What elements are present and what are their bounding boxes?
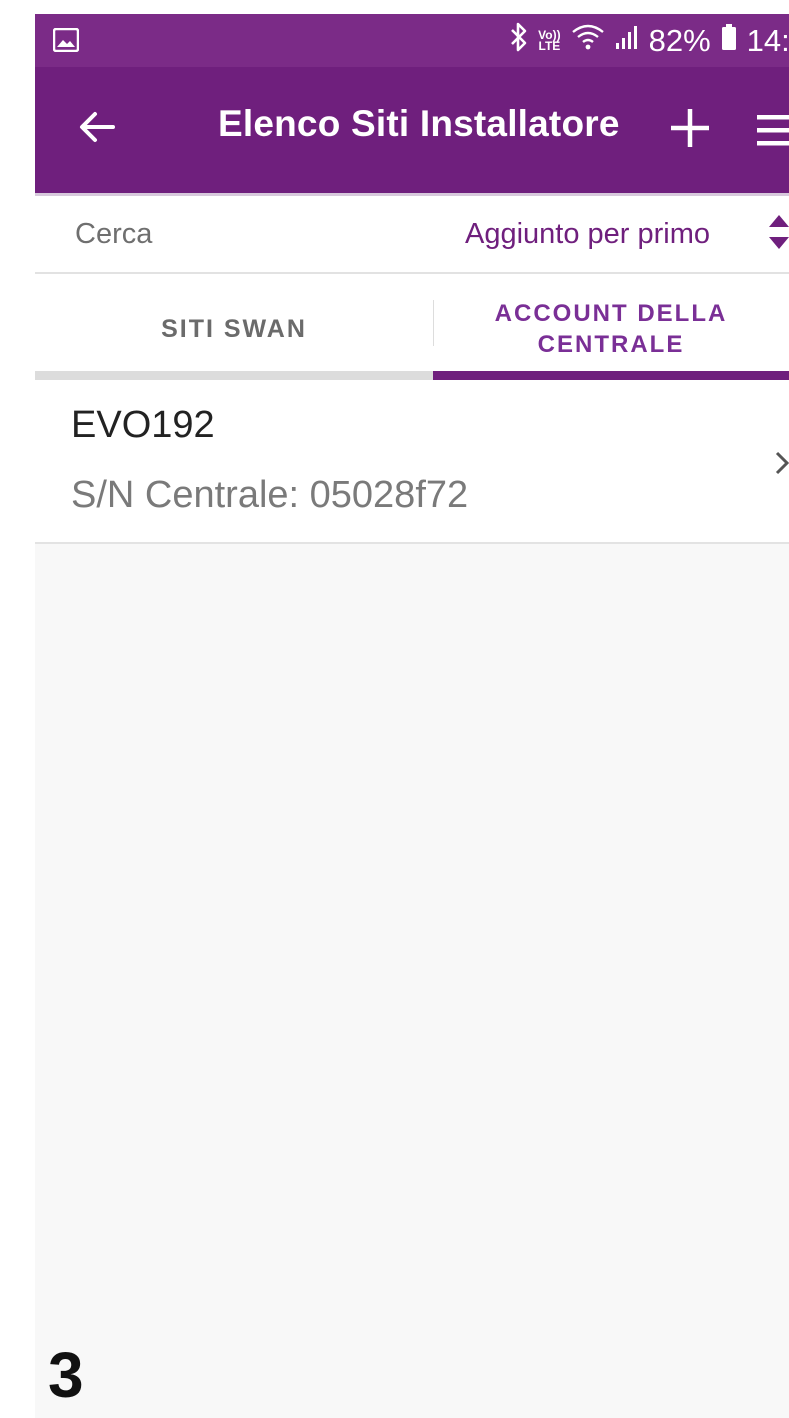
- clock: 14:0: [746, 22, 789, 58]
- chevron-right-icon: [775, 450, 789, 481]
- sort-dropdown[interactable]: Aggiunto per primo: [465, 218, 710, 251]
- sort-arrows-icon[interactable]: [768, 208, 789, 261]
- tab-account-della-centrale[interactable]: ACCOUNT DELLA CENTRALE: [433, 274, 789, 380]
- status-indicators: Vo)) LTE 82% 14:: [510, 14, 789, 67]
- list-item[interactable]: EVO192 S/N Centrale: 05028f72: [35, 380, 789, 544]
- site-name: EVO192: [71, 404, 215, 446]
- app-bar: Elenco Siti Installatore: [35, 67, 789, 193]
- volte-bottom-text: LTE: [538, 38, 561, 53]
- image-notification-icon: [52, 27, 80, 57]
- back-arrow-icon[interactable]: [77, 107, 117, 152]
- hamburger-menu-icon[interactable]: [757, 113, 789, 154]
- site-serial: S/N Centrale: 05028f72: [71, 474, 469, 516]
- plus-icon[interactable]: [669, 107, 711, 154]
- search-sort-bar: Aggiunto per primo: [35, 193, 789, 274]
- bluetooth-icon: [510, 22, 528, 60]
- battery-icon: [721, 23, 737, 59]
- status-bar: Vo)) LTE 82% 14:: [35, 14, 789, 67]
- battery-percent: 82%: [648, 22, 711, 58]
- tab-bar: SITI SWAN ACCOUNT DELLA CENTRALE: [35, 274, 789, 380]
- tab-inactive-indicator: [35, 371, 433, 380]
- phone-screen: Vo)) LTE 82% 14: Elenco Siti Installator…: [35, 14, 789, 1418]
- search-input[interactable]: [75, 218, 355, 251]
- tab-active-indicator: [433, 371, 789, 380]
- wifi-icon: [571, 23, 605, 59]
- signal-icon: [615, 23, 639, 59]
- step-number: 3: [48, 1339, 84, 1411]
- page-title: Elenco Siti Installatore: [218, 103, 620, 144]
- tab-siti-swan-label: SITI SWAN: [161, 315, 307, 343]
- tab-siti-swan[interactable]: SITI SWAN: [35, 274, 433, 380]
- volte-indicator: Vo)) LTE: [538, 29, 561, 53]
- tab-account-label: ACCOUNT DELLA CENTRALE: [494, 300, 728, 358]
